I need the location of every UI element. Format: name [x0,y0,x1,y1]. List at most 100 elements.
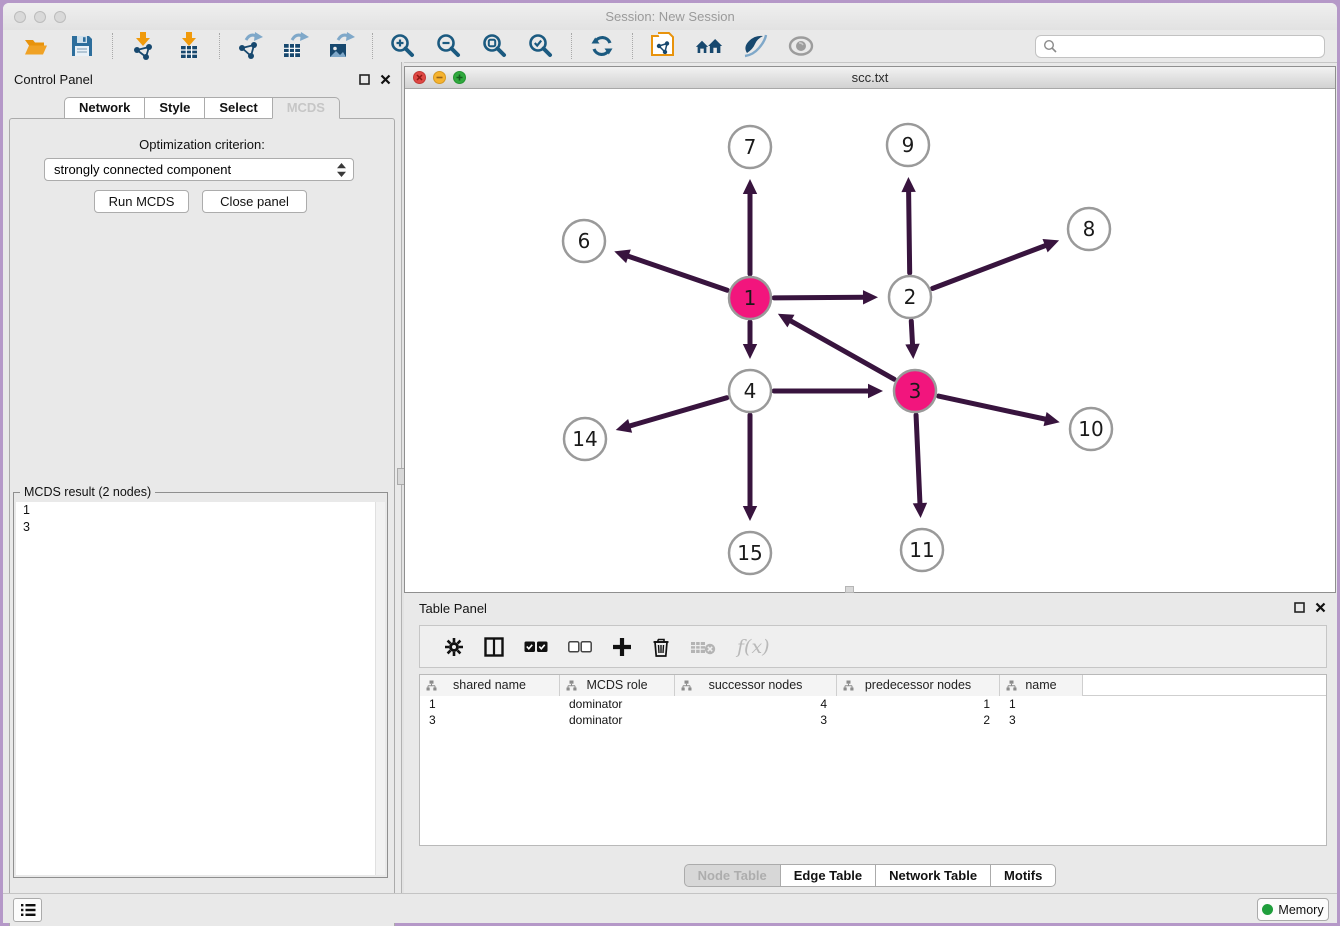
tab-edge-table[interactable]: Edge Table [780,864,875,887]
graph-edge-arrowhead [913,503,927,518]
mcds-result-list[interactable]: 1 3 [16,502,385,875]
tab-network[interactable]: Network [64,97,144,119]
control-panel-tabs: Network Style Select MCDS [3,97,401,119]
column-header-label: predecessor nodes [865,678,971,692]
open-session-button[interactable] [22,32,50,60]
graph-edge-arrowhead [868,384,883,398]
graph-edge-1-2[interactable] [774,297,865,298]
export-table-icon [282,32,310,60]
graph-edge-3-1[interactable] [789,320,894,379]
float-panel-icon[interactable] [358,73,370,85]
tab-motifs[interactable]: Motifs [990,864,1056,887]
close-table-panel-icon[interactable] [1314,601,1326,613]
table-cell: dominator [560,712,675,728]
table-settings-button[interactable] [444,634,464,660]
zoom-out-icon [436,33,462,59]
export-network-button[interactable] [236,32,264,60]
zoom-in-button[interactable] [389,32,417,60]
graph-edge-2-8[interactable] [932,245,1046,288]
table-header-row: shared name MCDS role successor nodes prede… [420,675,1326,696]
graph-edge-1-6[interactable] [627,256,728,291]
task-list-icon [20,903,36,917]
window-title: Session: New Session [3,9,1337,24]
close-panel-icon[interactable] [379,73,391,85]
run-mcds-button[interactable]: Run MCDS [94,190,189,213]
zoom-out-button[interactable] [435,32,463,60]
tab-mcds[interactable]: MCDS [272,97,340,119]
graph-node-label-8: 8 [1083,217,1096,241]
toggle-bird-view-button[interactable] [787,32,815,60]
first-neighbors-button[interactable] [695,32,723,60]
tab-select[interactable]: Select [204,97,271,119]
clone-network-button[interactable] [649,32,677,60]
search-icon [1043,39,1057,53]
horizontal-splitter-handle[interactable] [845,586,854,593]
delete-column-button[interactable] [652,634,670,660]
delete-table-button-disabled [690,634,716,660]
graph-node-label-3: 3 [909,379,922,403]
network-window-title: scc.txt [405,70,1335,85]
tab-style[interactable]: Style [144,97,204,119]
graph-edge-3-10[interactable] [938,396,1047,419]
export-image-button[interactable] [328,32,356,60]
graph-edge-4-14[interactable] [628,398,727,427]
zoom-fit-button[interactable] [481,32,509,60]
graph-edge-arrowhead [616,419,632,433]
window-titlebar: Session: New Session [3,3,1337,30]
import-network-button[interactable] [129,32,157,60]
task-history-button[interactable] [13,898,42,922]
network-window-titlebar[interactable]: scc.txt [405,67,1335,89]
import-network-icon [130,32,156,60]
zoom-in-icon [390,33,416,59]
graph-edge-2-9[interactable] [909,190,910,273]
criterion-dropdown[interactable]: strongly connected component [44,158,354,181]
result-scrollbar[interactable] [375,502,385,875]
import-table-button[interactable] [175,32,203,60]
show-graphics-details-button[interactable] [741,32,769,60]
column-header-successor-nodes[interactable]: successor nodes [675,675,837,696]
column-header-predecessor-nodes[interactable]: predecessor nodes [837,675,1000,696]
apply-layout-button[interactable] [588,32,616,60]
network-graph[interactable]: 7968124314101511 [405,89,1335,592]
hierarchy-icon [1006,680,1017,691]
column-header-shared-name[interactable]: shared name [420,675,560,696]
table-cell: 1 [1000,696,1083,712]
zoom-selected-button[interactable] [527,32,555,60]
tab-node-table[interactable]: Node Table [684,864,780,887]
table-cell: 3 [420,712,560,728]
memory-button[interactable]: Memory [1257,898,1329,921]
column-header-label: name [1025,678,1056,692]
search-input[interactable] [1062,37,1324,56]
graph-edge-2-3[interactable] [911,321,912,346]
show-columns-button[interactable] [484,634,504,660]
control-panel-header: Control Panel [3,70,401,90]
create-column-button[interactable] [612,634,632,660]
select-all-columns-button[interactable] [524,634,548,660]
unselect-all-columns-button[interactable] [568,634,592,660]
float-table-panel-icon[interactable] [1293,601,1305,613]
zoom-selected-icon [528,33,554,59]
main-toolbar [3,30,1337,63]
export-network-icon [236,32,264,60]
graph-node-label-9: 9 [902,133,915,157]
memory-status-icon [1262,904,1273,915]
column-header-name[interactable]: name [1000,675,1083,696]
tab-network-table[interactable]: Network Table [875,864,990,887]
eye-icon [787,35,815,57]
table-row[interactable]: 1dominator411 [420,696,1326,712]
column-header-label: MCDS role [586,678,647,692]
column-header-MCDS-role[interactable]: MCDS role [560,675,675,696]
close-panel-button[interactable]: Close panel [202,190,307,213]
refresh-icon [590,34,614,58]
export-table-button[interactable] [282,32,310,60]
save-session-button[interactable] [68,32,96,60]
clone-network-icon [650,32,676,60]
toolbar-separator [571,33,572,59]
table-row[interactable]: 3dominator323 [420,712,1326,728]
graph-edge-3-11[interactable] [916,415,920,505]
graph-node-label-7: 7 [744,135,757,159]
graph-edge-arrowhead [743,344,757,359]
graph-node-label-11: 11 [909,538,934,562]
function-builder-icon: f(x) [737,636,770,658]
table-body: 1dominator4113dominator323 [420,696,1326,728]
